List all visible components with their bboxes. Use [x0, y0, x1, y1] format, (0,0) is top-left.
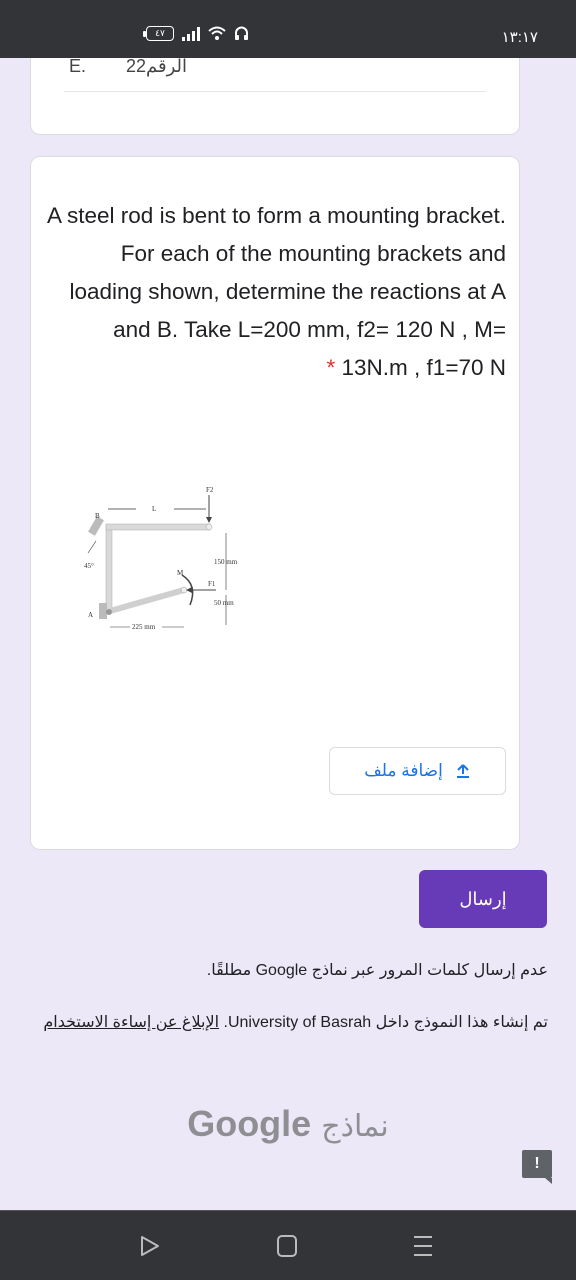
question-title: A steel rod is bent to form a mounting b…	[46, 197, 506, 387]
label-150mm: 150 mm	[214, 558, 238, 566]
headphones-icon	[235, 26, 248, 40]
label-f1: F1	[208, 580, 216, 588]
partial-answer: E.	[69, 56, 87, 76]
label-angle: 45°	[84, 562, 94, 570]
feedback-icon[interactable]: !	[522, 1150, 552, 1184]
wifi-icon	[208, 26, 226, 40]
bracket-figure: F2 L B 45° 150 mm M F1 50 mm A 225 mm	[84, 486, 238, 631]
question-text: A steel rod is bent to form a mounting b…	[47, 203, 506, 342]
signal-icon	[182, 26, 200, 41]
label-b: B	[95, 512, 100, 520]
add-file-button[interactable]: إضافة ملف	[329, 747, 506, 795]
label-f2: F2	[206, 486, 214, 494]
clock: ١٣:١٧	[501, 29, 538, 46]
recents-icon[interactable]	[413, 1235, 433, 1257]
answer-underline	[64, 91, 486, 92]
wall-a	[99, 603, 107, 619]
label-225mm: 225 mm	[132, 623, 156, 631]
partial-label: الرقم22	[126, 56, 188, 76]
label-m: M	[177, 569, 184, 577]
question-text-end: 13N.m , f1=70 N	[341, 355, 506, 380]
brand-en: Google	[187, 1103, 312, 1144]
label-a: A	[88, 611, 93, 619]
submit-button[interactable]: إرسال	[419, 870, 547, 928]
google-forms-logo: نماذج Google	[0, 1103, 576, 1145]
back-icon[interactable]	[140, 1235, 160, 1257]
password-warning: عدم إرسال كلمات المرور عبر نماذج Google …	[206, 962, 548, 979]
navigation-bar	[0, 1210, 576, 1280]
battery-level: ٤٧	[155, 28, 165, 38]
upload-icon	[456, 764, 469, 778]
status-bar: ٤٧ ١٣:١٧	[0, 0, 576, 58]
battery-icon: ٤٧	[143, 26, 174, 41]
add-file-label: إضافة ملف	[364, 761, 443, 780]
brand-ar: نماذج	[321, 1110, 389, 1143]
question-card: A steel rod is bent to form a mounting b…	[30, 156, 520, 850]
vertical-rod	[105, 524, 113, 614]
required-marker: *	[326, 355, 336, 380]
home-icon[interactable]	[277, 1235, 297, 1257]
label-50mm: 50 mm	[214, 599, 234, 607]
label-l: L	[152, 505, 156, 513]
report-abuse-link[interactable]: الإبلاغ عن إساءة الاستخدام	[43, 1014, 219, 1031]
form-created-note: تم إنشاء هذا النموذج داخل University of …	[28, 1010, 548, 1036]
top-rod	[105, 523, 211, 531]
created-in-text: تم إنشاء هذا النموذج داخل University of …	[223, 1014, 549, 1031]
status-icons: ٤٧	[143, 26, 249, 41]
diagonal-rod	[109, 587, 185, 614]
